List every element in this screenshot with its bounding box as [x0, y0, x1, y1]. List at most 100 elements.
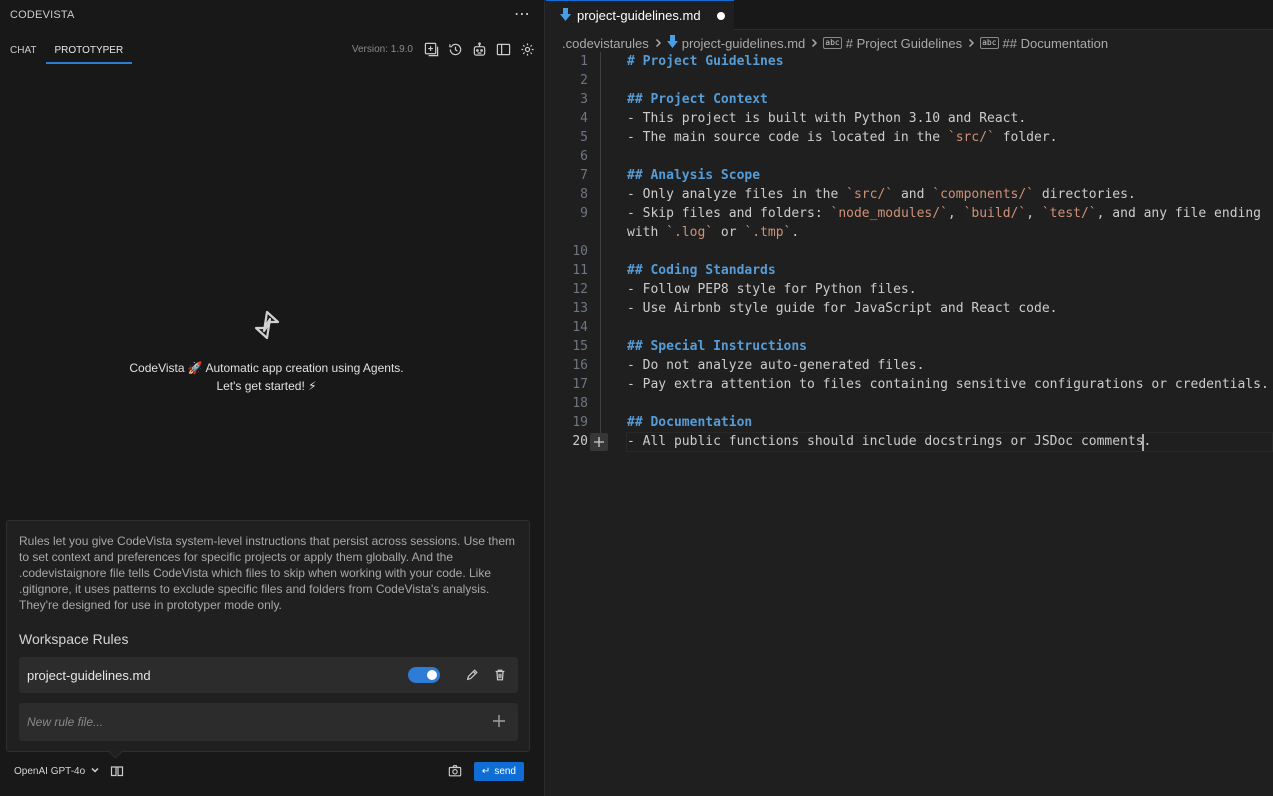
line-number: 10 — [572, 244, 588, 259]
code-line: 14 — [546, 318, 1273, 337]
line-number: 8 — [580, 187, 588, 202]
rule-item[interactable]: project-guidelines.md — [19, 657, 518, 693]
line-number: 14 — [572, 320, 588, 335]
line-number: 17 — [572, 377, 588, 392]
enter-icon: ↵ — [481, 765, 491, 777]
line-number: 15 — [572, 339, 588, 354]
rule-enabled-toggle[interactable] — [408, 667, 440, 683]
breadcrumb-heading-2[interactable]: ## Documentation — [1003, 36, 1109, 51]
book-icon[interactable] — [110, 764, 124, 778]
code-line: 6 — [546, 147, 1273, 166]
chevron-down-icon — [90, 765, 100, 778]
welcome-area: CodeVista 🚀 Automatic app creation using… — [0, 310, 533, 395]
text-cursor — [1142, 434, 1144, 451]
breadcrumb-heading-1[interactable]: # Project Guidelines — [846, 36, 962, 51]
code-line: 5 - The main source code is located in th… — [546, 128, 1273, 147]
code-line-text: - Pay extra attention to files containin… — [627, 377, 1269, 392]
breadcrumb-folder[interactable]: .codevistarules — [562, 36, 649, 51]
code-line-text: ## Project Context — [627, 92, 768, 107]
code-line-text: - This project is built with Python 3.10… — [627, 111, 1027, 126]
code-line: 19 ## Documentation — [546, 413, 1273, 432]
code-line-text: ## Analysis Scope — [627, 168, 761, 183]
workspace-rules-heading: Workspace Rules — [19, 631, 129, 647]
code-line-text: ## Documentation — [627, 415, 753, 430]
add-rule-plus-icon[interactable] — [492, 714, 506, 731]
panel-title: CODEVISTA — [10, 9, 75, 21]
camera-icon[interactable] — [448, 763, 464, 779]
code-line: 9 - Skip files and folders: `node_modules… — [546, 204, 1273, 223]
code-line-text: with `.log` or `.tmp`. — [627, 225, 800, 240]
code-line: 8 - Only analyze files in the `src/` and … — [546, 185, 1273, 204]
code-line-text: # Project Guidelines — [627, 54, 784, 69]
composer-bar: OpenAI GPT-4o ↵ send — [6, 752, 530, 790]
code-line: 11 ## Coding Standards — [546, 261, 1273, 280]
model-name: OpenAI GPT-4o — [14, 765, 86, 777]
rule-file-name: project-guidelines.md — [27, 667, 151, 683]
line-number: 3 — [580, 92, 588, 107]
tab-chat[interactable]: CHAT — [0, 38, 46, 64]
markdown-file-icon — [560, 7, 571, 24]
model-select[interactable]: OpenAI GPT-4o — [14, 765, 100, 778]
new-rule-input[interactable] — [27, 715, 492, 729]
code-line: 7 ## Analysis Scope — [546, 166, 1273, 185]
code-editor[interactable]: 1 # Project Guidelines 2 3 ## Project Contex… — [546, 52, 1273, 451]
code-line: 16 - Do not analyze auto-generated files. — [546, 356, 1273, 375]
edit-pencil-icon[interactable] — [464, 667, 480, 683]
markdown-file-icon — [666, 35, 678, 51]
breadcrumb-file[interactable]: project-guidelines.md — [682, 36, 806, 51]
history-icon[interactable] — [447, 41, 463, 57]
line-number: 6 — [580, 149, 588, 164]
code-line: 15 ## Special Instructions — [546, 337, 1273, 356]
editor-tab-project-guidelines[interactable]: project-guidelines.md — [546, 0, 734, 30]
panel-tabs: CHAT PROTOTYPER Version: 1.9.0 — [0, 38, 545, 64]
code-line-text: - Do not analyze auto-generated files. — [627, 358, 925, 373]
code-line-text: - Use Airbnb style guide for JavaScript … — [627, 301, 1058, 316]
line-number: 2 — [580, 73, 588, 88]
code-line: 4 - This project is built with Python 3.1… — [546, 109, 1273, 128]
ellipsis-icon[interactable]: ⋯ — [514, 7, 531, 23]
code-line: 10 — [546, 242, 1273, 261]
string-symbol-icon: abc — [980, 37, 999, 49]
chevron-right-icon — [966, 36, 976, 51]
send-button[interactable]: ↵ send — [473, 761, 524, 781]
code-line: 20 - All public functions should include … — [546, 432, 1273, 451]
layout-icon[interactable] — [495, 41, 511, 57]
code-line: 3 ## Project Context — [546, 90, 1273, 109]
code-line: 1 # Project Guidelines — [546, 52, 1273, 71]
editor-tab-bar: project-guidelines.md — [546, 0, 1273, 30]
code-line: with `.log` or `.tmp`. — [546, 223, 1273, 242]
welcome-tagline: CodeVista 🚀 Automatic app creation using… — [129, 361, 404, 375]
code-line: 2 — [546, 71, 1273, 90]
tab-prototyper[interactable]: PROTOTYPER — [46, 38, 133, 64]
line-number: 12 — [572, 282, 588, 297]
new-rule-row — [19, 703, 518, 741]
rules-popup: Rules let you give CodeVista system-leve… — [6, 520, 530, 752]
code-line-text: - Skip files and folders: `node_modules/… — [627, 206, 1262, 221]
breadcrumb: .codevistarules project-guidelines.md ab… — [562, 34, 1108, 52]
line-number: 1 — [580, 54, 588, 69]
new-chat-icon[interactable] — [423, 41, 439, 57]
line-number: 4 — [580, 111, 588, 126]
line-number: 19 — [572, 415, 588, 430]
string-symbol-icon: abc — [823, 37, 842, 49]
line-number: 18 — [572, 396, 588, 411]
code-line: 13 - Use Airbnb style guide for JavaScrip… — [546, 299, 1273, 318]
add-line-plus-icon[interactable] — [590, 433, 608, 451]
line-number: 11 — [572, 263, 588, 278]
line-number: 5 — [580, 130, 588, 145]
robot-icon[interactable] — [471, 41, 487, 57]
trash-icon[interactable] — [492, 667, 508, 683]
code-line: 18 — [546, 394, 1273, 413]
code-line: 12 - Follow PEP8 style for Python files. — [546, 280, 1273, 299]
editor-area: project-guidelines.md .codevistarules pr… — [546, 0, 1273, 796]
chevron-right-icon — [809, 36, 819, 51]
send-label: send — [494, 765, 516, 777]
panel-header: CODEVISTA ⋯ — [0, 0, 545, 30]
welcome-subtitle: Let's get started! ⚡ — [216, 379, 317, 393]
unsaved-dot-icon[interactable] — [716, 11, 725, 20]
line-number: 7 — [580, 168, 588, 183]
code-line-text: - Follow PEP8 style for Python files. — [627, 282, 917, 297]
code-line-text: - All public functions should include do… — [627, 434, 1152, 449]
panel-toolbar: Version: 1.9.0 — [352, 41, 535, 57]
gear-icon[interactable] — [519, 41, 535, 57]
